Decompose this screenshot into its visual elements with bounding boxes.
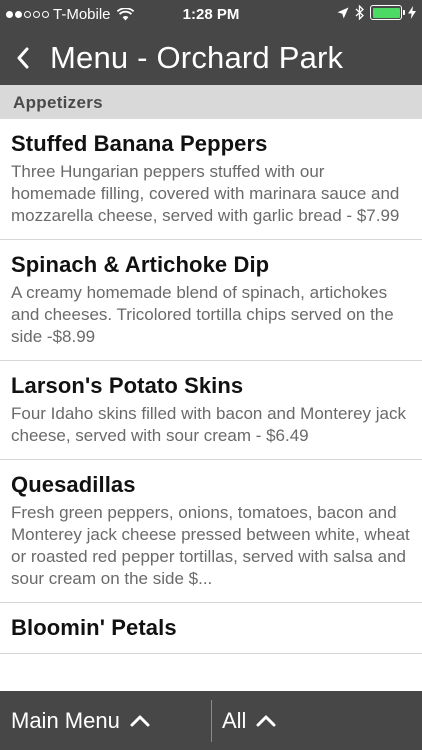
filter-all-button[interactable]: All xyxy=(212,691,276,750)
menu-item-description: Three Hungarian peppers stuffed with our… xyxy=(11,162,400,225)
menu-item[interactable]: Spinach & Artichoke Dip A creamy homemad… xyxy=(0,240,422,361)
menu-item[interactable]: Larson's Potato Skins Four Idaho skins f… xyxy=(0,361,422,460)
chevron-left-icon xyxy=(17,47,29,68)
menu-item-name: Spinach & Artichoke Dip xyxy=(11,252,270,277)
section-header-appetizers: Appetizers xyxy=(0,85,422,119)
menu-list[interactable]: Stuffed Banana Peppers Three Hungarian p… xyxy=(0,119,422,691)
status-icons xyxy=(337,5,416,20)
menu-item[interactable]: Quesadillas Fresh green peppers, onions,… xyxy=(0,460,422,603)
battery-icon xyxy=(370,5,405,20)
status-bar: T-Mobile 1:28 PM xyxy=(0,0,422,30)
menu-item-description: Four Idaho skins filled with bacon and M… xyxy=(11,404,406,445)
menu-item[interactable]: Bloomin' Petals xyxy=(0,603,422,654)
back-button[interactable] xyxy=(0,30,46,85)
location-arrow-icon xyxy=(337,7,349,18)
menu-item-name: Quesadillas xyxy=(11,472,136,497)
menu-item-description: Fresh green peppers, onions, tomatoes, b… xyxy=(11,503,410,588)
main-menu-label: Main Menu xyxy=(11,707,120,733)
menu-item-description: A creamy homemade blend of spinach, arti… xyxy=(11,283,394,346)
filter-label: All xyxy=(222,707,247,733)
chevron-up-icon xyxy=(256,715,276,727)
navigation-bar: Menu - Orchard Park xyxy=(0,30,422,85)
header: T-Mobile 1:28 PM Menu - Orchard Park xyxy=(0,0,422,85)
page-title: Menu - Orchard Park xyxy=(50,39,344,75)
bottom-toolbar: Main Menu All xyxy=(0,691,422,750)
chevron-up-icon xyxy=(130,715,150,727)
charging-bolt-icon xyxy=(408,6,416,19)
menu-item-name: Stuffed Banana Peppers xyxy=(11,131,268,156)
main-menu-button[interactable]: Main Menu xyxy=(0,691,211,750)
bluetooth-icon xyxy=(355,5,364,20)
menu-item[interactable]: Stuffed Banana Peppers Three Hungarian p… xyxy=(0,119,422,240)
menu-item-name: Larson's Potato Skins xyxy=(11,373,244,398)
menu-item-name: Bloomin' Petals xyxy=(11,615,177,640)
